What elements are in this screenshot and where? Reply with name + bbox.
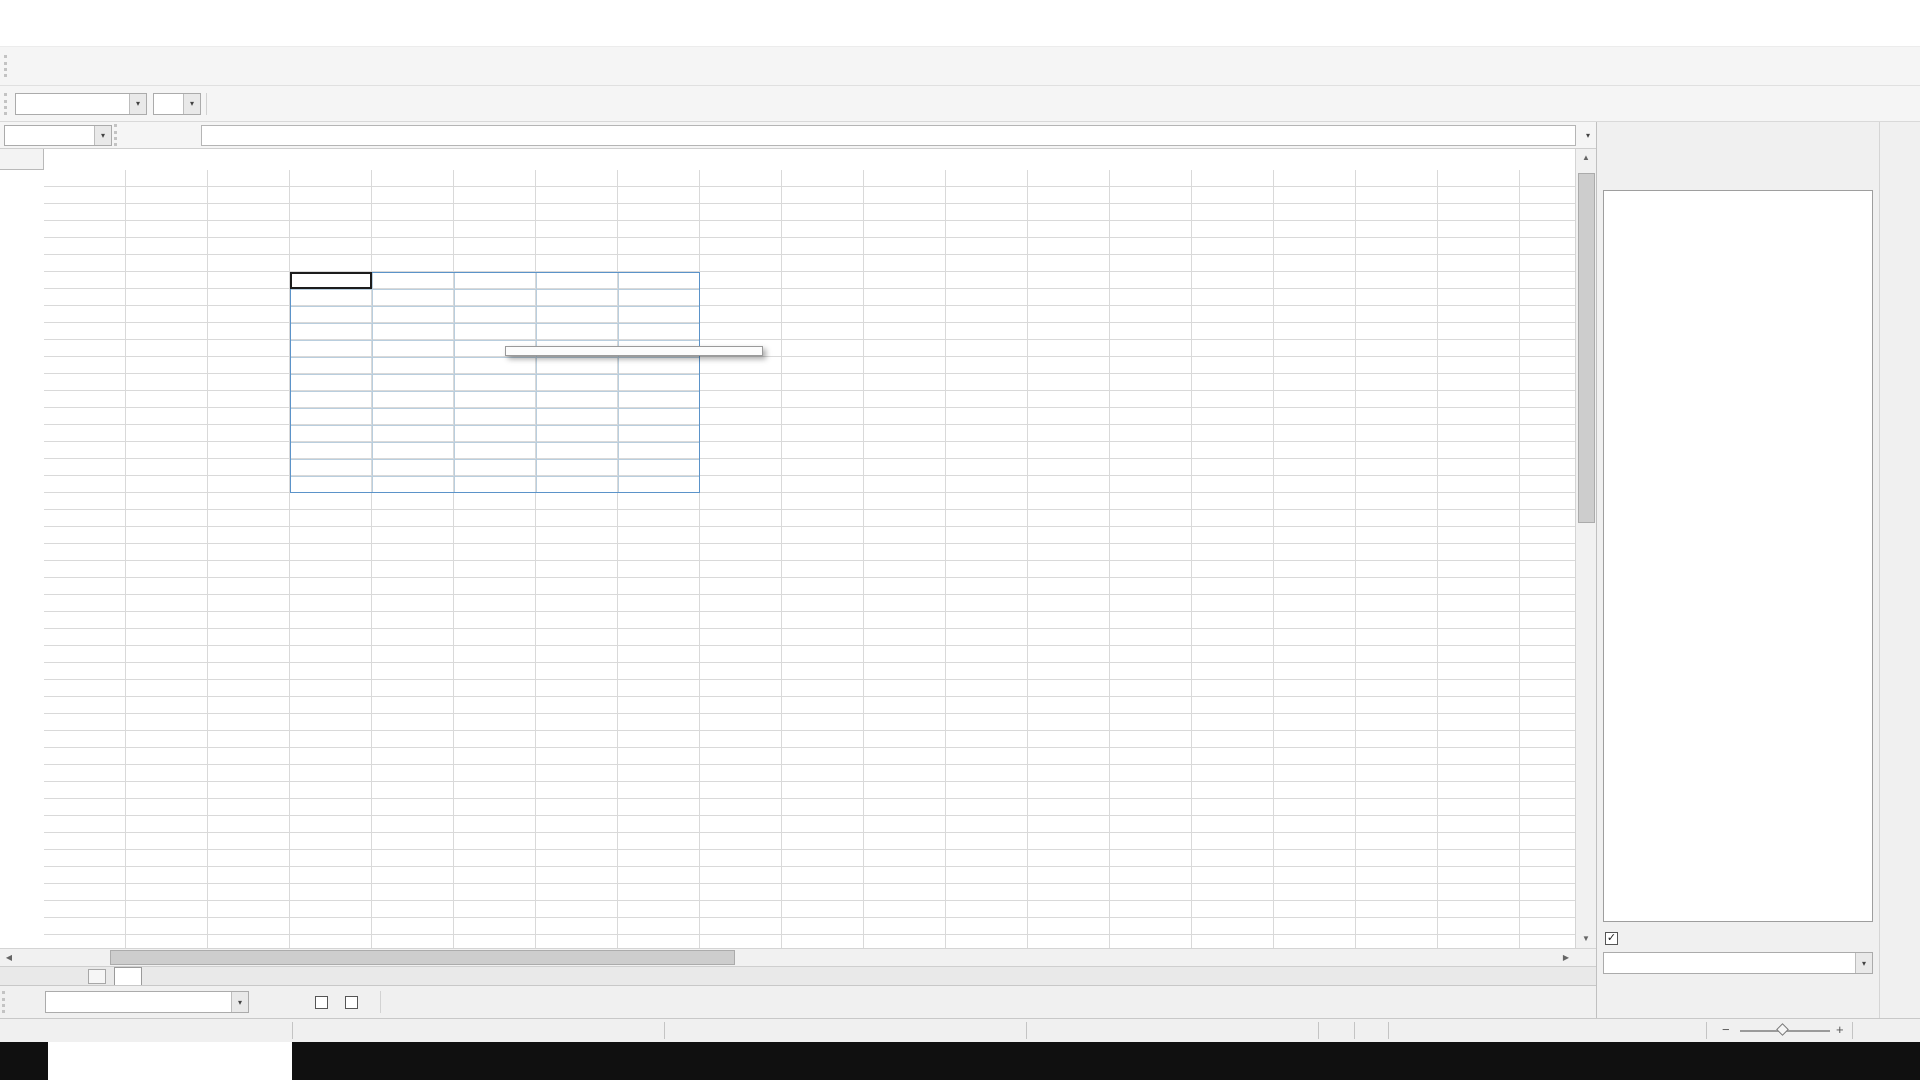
context-menu bbox=[505, 346, 763, 356]
close-find-bar-button[interactable] bbox=[13, 995, 39, 1010]
find-and-replace-button[interactable] bbox=[386, 993, 412, 1011]
sidebar-close-button[interactable] bbox=[1851, 130, 1867, 146]
scroll-up-button[interactable]: ▲ bbox=[1576, 149, 1596, 167]
previous-sheet-button[interactable] bbox=[20, 968, 40, 985]
toolbar-grip[interactable] bbox=[4, 55, 11, 77]
maximize-button[interactable] bbox=[1828, 0, 1874, 22]
minimize-button[interactable] bbox=[1782, 0, 1828, 22]
sidebar-tab-rail bbox=[1879, 122, 1920, 1018]
cells-area[interactable] bbox=[44, 170, 1575, 948]
sidebar: ✓ ▾ bbox=[1596, 122, 1920, 1018]
toolbar-grip[interactable] bbox=[114, 124, 121, 146]
font-name-combo[interactable]: ▾ bbox=[15, 92, 147, 115]
chevron-down-icon: ▾ bbox=[129, 93, 146, 114]
select-all-corner[interactable] bbox=[0, 149, 44, 170]
standard-toolbar bbox=[0, 47, 1920, 86]
libreoffice-calc-window: ▾ ▾ ▾ ▾ ▲ ▼ ◀ ▶ ▾ − + ✓ ▾ bbox=[0, 0, 1920, 1080]
formula-bar: ▾ ▾ bbox=[0, 122, 1596, 149]
column-headers bbox=[44, 149, 1575, 170]
chevron-down-icon: ▾ bbox=[1855, 953, 1872, 973]
status-bar: − + bbox=[0, 1018, 1920, 1042]
search-input[interactable]: ▾ bbox=[45, 991, 249, 1013]
sheet-tab-tabelle1[interactable] bbox=[114, 966, 142, 986]
title-bar bbox=[0, 0, 1920, 22]
formula-button[interactable] bbox=[173, 124, 197, 147]
find-toolbar: ▾ bbox=[0, 985, 1596, 1018]
scroll-down-button[interactable]: ▼ bbox=[1576, 930, 1596, 948]
chevron-down-icon: ▾ bbox=[231, 992, 248, 1012]
row-headers bbox=[0, 170, 44, 948]
styles-deck: ✓ ▾ bbox=[1597, 122, 1879, 1018]
match-case-checkbox[interactable] bbox=[345, 995, 363, 1009]
function-wizard-button[interactable] bbox=[125, 124, 149, 147]
zoom-in-button[interactable]: + bbox=[1836, 1019, 1844, 1042]
formatted-display-checkbox[interactable] bbox=[315, 995, 333, 1009]
sheet-tab-bar bbox=[0, 966, 1596, 986]
vertical-scroll-thumb[interactable] bbox=[1578, 173, 1595, 523]
sheet-grid bbox=[0, 149, 1575, 948]
sum-button[interactable] bbox=[149, 124, 173, 147]
find-next-button[interactable] bbox=[275, 995, 301, 1010]
close-button[interactable] bbox=[1874, 0, 1920, 22]
scroll-left-button[interactable]: ◀ bbox=[0, 949, 18, 967]
selection-range bbox=[290, 272, 700, 493]
start-button[interactable] bbox=[0, 1042, 48, 1080]
active-cell bbox=[290, 272, 372, 289]
show-previews-checkbox[interactable]: ✓ bbox=[1605, 932, 1623, 945]
windows-taskbar bbox=[0, 1042, 1920, 1080]
menu-bar bbox=[0, 22, 1920, 47]
last-sheet-button[interactable] bbox=[60, 968, 80, 985]
next-sheet-button[interactable] bbox=[40, 968, 60, 985]
toolbar-grip[interactable] bbox=[2, 991, 9, 1013]
close-document-button[interactable] bbox=[1896, 25, 1914, 43]
chevron-down-icon: ▾ bbox=[94, 125, 111, 145]
document-modified-icon[interactable] bbox=[1362, 1022, 1379, 1039]
selection-mode-icon[interactable] bbox=[1330, 1022, 1347, 1039]
zoom-out-button[interactable]: − bbox=[1722, 1019, 1730, 1042]
formatting-toolbar: ▾ ▾ bbox=[0, 86, 1920, 122]
style-filter-dropdown[interactable]: ▾ bbox=[1603, 952, 1873, 974]
expand-formula-bar-button[interactable]: ▾ bbox=[1580, 131, 1596, 140]
taskbar-search[interactable] bbox=[48, 1042, 292, 1080]
horizontal-scrollbar[interactable]: ◀ ▶ bbox=[0, 948, 1596, 966]
find-previous-button[interactable] bbox=[249, 995, 275, 1010]
zoom-slider-thumb[interactable] bbox=[1776, 1023, 1789, 1036]
name-box[interactable]: ▾ bbox=[4, 124, 112, 146]
toolbar-grip[interactable] bbox=[4, 92, 11, 115]
scroll-right-button[interactable]: ▶ bbox=[1557, 949, 1575, 967]
horizontal-scroll-thumb[interactable] bbox=[110, 950, 735, 965]
add-sheet-button[interactable] bbox=[88, 968, 106, 984]
font-size-combo[interactable]: ▾ bbox=[153, 92, 201, 115]
chevron-down-icon: ▾ bbox=[183, 93, 200, 114]
formula-input[interactable] bbox=[201, 124, 1576, 146]
action-center-button[interactable] bbox=[1892, 1042, 1920, 1080]
styles-tree bbox=[1603, 190, 1873, 922]
vertical-scrollbar[interactable]: ▲ ▼ bbox=[1575, 149, 1596, 948]
task-view-button[interactable] bbox=[292, 1042, 336, 1080]
first-sheet-button[interactable] bbox=[0, 968, 20, 985]
